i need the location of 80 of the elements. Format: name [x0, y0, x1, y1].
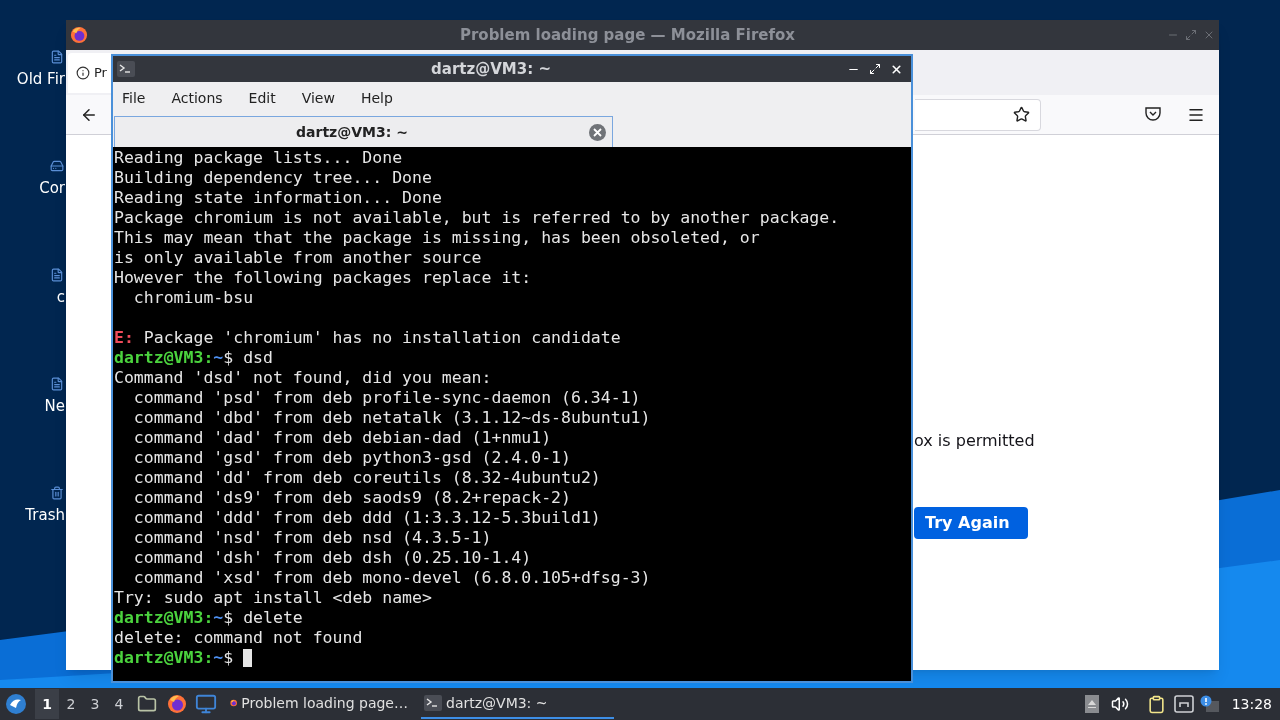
- prompt-path: ~: [213, 648, 224, 668]
- terminal-output-line: delete: command not found: [114, 628, 363, 647]
- window-title: Problem loading page — Mozilla Firefox: [458, 24, 797, 46]
- prompt-path: ~: [213, 348, 224, 368]
- terminal-output-line: command 'dsh' from deb dsh (0.25.10-1.4): [132, 548, 532, 567]
- taskbar-window-button[interactable]: dartz@VM3: ~: [421, 689, 614, 719]
- prompt-user-host: dartz@VM3:: [114, 608, 214, 628]
- desktop-icon-label[interactable]: Ne: [44, 395, 66, 418]
- terminal-output-line: This may mean that the package is missing, has been obsoleted, or: [114, 228, 760, 247]
- maximize-icon[interactable]: [869, 62, 881, 75]
- prompt-user-host: dartz@VM3:: [114, 348, 214, 368]
- menu-item[interactable]: Help: [360, 87, 393, 109]
- terminal-output-line: Reading state information... Done: [114, 188, 442, 207]
- terminal-output-line: is only available from another source: [114, 248, 482, 267]
- typed-command: delete: [242, 608, 303, 628]
- desktop-icon-label[interactable]: Cor: [39, 177, 66, 200]
- menu-item[interactable]: View: [301, 87, 335, 109]
- notification-icon[interactable]: [1199, 695, 1220, 713]
- window-title: dartz@VM3: ~: [430, 58, 552, 80]
- desktop-icon-label[interactable]: c: [56, 286, 66, 309]
- error-label: E:: [114, 328, 134, 347]
- terminal-output-line: command 'psd' from deb profile-sync-daemon (6.34-1): [132, 388, 641, 407]
- terminal-output-line: Package chromium is not available, but is referred to by another package.: [114, 208, 840, 227]
- terminal-output-line: Building dependency tree... Done: [114, 168, 432, 187]
- close-icon[interactable]: [890, 62, 903, 76]
- workspace-switcher[interactable]: 3: [83, 689, 107, 719]
- start-menu-icon[interactable]: [5, 693, 27, 715]
- terminal-output-line: command 'dbd' from deb netatalk (3.1.12~ds-8ubuntu1): [132, 408, 651, 427]
- terminal-output-line: command 'dd' from deb coreutils (8.32-4ubuntu2): [132, 468, 601, 487]
- terminal-output-line: Command 'dsd' not found, did you mean:: [114, 368, 492, 387]
- desktop-item-icon[interactable]: [50, 377, 64, 391]
- try-again-button[interactable]: Try Again: [914, 507, 1028, 539]
- web-browser-icon: [167, 694, 187, 714]
- show-desktop-icon[interactable]: [195, 693, 217, 715]
- terminal-output-line: Try: sudo apt install <deb name>: [114, 588, 432, 607]
- terminal-output-line: command 'nsd' from deb nsd (4.3.5-1): [132, 528, 492, 547]
- eject-icon[interactable]: [1084, 695, 1099, 713]
- taskbar-window-button[interactable]: Problem loading page…: [227, 689, 411, 719]
- desktop-item-icon[interactable]: [50, 50, 64, 64]
- terminal-prompt-icon: [117, 61, 135, 77]
- menu-item[interactable]: File: [122, 87, 146, 109]
- menu-item[interactable]: Actions: [171, 87, 223, 109]
- address-field[interactable]: [915, 98, 1041, 131]
- terminal-output-line: command 'ddd' from deb ddd (1:3.3.12-5.3build1): [132, 508, 601, 527]
- typed-command: dsd: [242, 348, 273, 368]
- file-manager-icon[interactable]: [137, 694, 157, 714]
- prompt-user-host: dartz@VM3:: [114, 648, 214, 668]
- desktop-icon-label[interactable]: Trash: [25, 504, 66, 527]
- network-icon[interactable]: [1173, 695, 1194, 713]
- terminal-output-line: command 'dad' from deb debian-dad (1+nmu1): [132, 428, 552, 447]
- terminal-output-line: Reading package lists... Done: [114, 148, 403, 167]
- volume-icon[interactable]: [1110, 695, 1129, 713]
- terminal-output-line: However the following packages replace it:: [114, 268, 532, 287]
- terminal-output-line: chromium-bsu: [132, 288, 254, 307]
- desktop-icon-label[interactable]: Old Fir: [16, 68, 66, 91]
- desktop-item-icon[interactable]: [50, 486, 64, 500]
- bookmark-star-icon[interactable]: [1013, 106, 1030, 123]
- menu-item[interactable]: Edit: [248, 87, 276, 109]
- prompt-symbol: $: [223, 348, 234, 368]
- terminal-output-line: command 'ds9' from deb saods9 (8.2+repack-2): [132, 488, 571, 507]
- prompt-path: ~: [213, 608, 224, 628]
- error-message: Package 'chromium' has no installation candidate: [143, 328, 621, 347]
- prompt-symbol: $: [223, 608, 234, 628]
- pocket-icon[interactable]: [1145, 107, 1161, 122]
- workspace-switcher[interactable]: 4: [107, 689, 131, 719]
- terminal-output-line: command 'xsd' from deb mono-devel (6.8.0.105+dfsg-3): [132, 568, 651, 587]
- browser-logo-icon: [70, 26, 88, 44]
- workspace-switcher[interactable]: 2: [59, 689, 83, 719]
- terminal-output-line: command 'gsd' from deb python3-gsd (2.4.0-1): [132, 448, 571, 467]
- terminal-prompt-icon: [424, 695, 442, 711]
- workspace-switcher[interactable]: 1: [35, 689, 59, 719]
- clipboard-icon[interactable]: [1146, 694, 1166, 714]
- error-description: ox is permitted: [914, 430, 1035, 452]
- info-icon: [76, 66, 90, 80]
- browser-tab[interactable]: Pr: [68, 53, 111, 93]
- prompt-symbol: $: [223, 648, 234, 668]
- clock: 13:28: [1231, 694, 1272, 714]
- desktop-item-icon[interactable]: [50, 268, 64, 282]
- terminal-tab[interactable]: dartz@VM3: ~: [114, 116, 613, 147]
- desktop-item-icon[interactable]: [50, 159, 64, 173]
